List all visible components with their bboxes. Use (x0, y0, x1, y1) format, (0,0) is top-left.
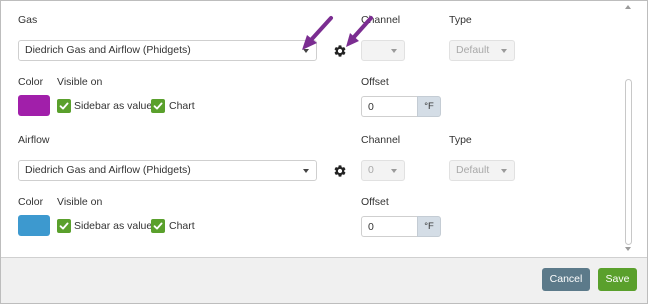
gas-offset-label: Offset (361, 76, 389, 88)
gas-sidebar-checkbox-label[interactable]: Sidebar as value (74, 100, 152, 112)
cancel-button[interactable]: Cancel (542, 268, 590, 291)
scrollbar-thumb[interactable] (625, 79, 632, 245)
airflow-channel-select-value: 0 (368, 164, 374, 176)
airflow-type-label: Type (449, 134, 472, 146)
gas-section-label: Gas (18, 14, 38, 26)
chevron-down-icon (391, 49, 397, 53)
chevron-down-icon (303, 169, 309, 173)
airflow-offset-group: °F (361, 216, 441, 237)
check-icon (59, 102, 69, 110)
chevron-down-icon (501, 169, 507, 173)
arrow-icon (302, 16, 333, 50)
airflow-device-select[interactable]: Diedrich Gas and Airflow (Phidgets) (18, 160, 317, 181)
gas-chart-checkbox-label[interactable]: Chart (169, 100, 195, 112)
gas-offset-group: °F (361, 96, 441, 117)
airflow-type-select[interactable]: Default (449, 160, 515, 181)
gas-offset-unit: °F (417, 96, 441, 117)
vertical-scrollbar[interactable] (624, 5, 633, 255)
check-icon (59, 222, 69, 230)
airflow-section-label: Airflow (18, 134, 50, 146)
gas-offset-input[interactable] (361, 96, 417, 117)
gas-sidebar-checkbox[interactable] (57, 99, 71, 113)
check-icon (153, 102, 163, 110)
annotation-arrows (302, 16, 373, 50)
gas-color-label: Color (18, 76, 44, 88)
airflow-color-swatch[interactable] (18, 215, 50, 236)
airflow-device-select-value: Diedrich Gas and Airflow (Phidgets) (25, 164, 191, 176)
dialog-footer: Cancel Save (1, 258, 647, 303)
airflow-color-label: Color (18, 196, 44, 208)
gas-type-select-value: Default (456, 44, 490, 56)
save-button[interactable]: Save (598, 268, 637, 291)
device-settings-dialog: Gas Channel Type Diedrich Gas and Airflo… (0, 0, 648, 304)
airflow-type-select-value: Default (456, 164, 490, 176)
check-icon (153, 222, 163, 230)
chevron-down-icon (501, 49, 507, 53)
airflow-sidebar-checkbox[interactable] (57, 219, 71, 233)
gas-visible-on-label: Visible on (57, 76, 103, 88)
gas-device-select[interactable]: Diedrich Gas and Airflow (Phidgets) (18, 40, 317, 61)
scroll-up-arrow-icon[interactable] (625, 5, 631, 9)
scroll-down-arrow-icon[interactable] (625, 247, 631, 251)
airflow-offset-input[interactable] (361, 216, 417, 237)
arrow-icon (346, 16, 373, 47)
gas-color-swatch[interactable] (18, 95, 50, 116)
airflow-sidebar-checkbox-label[interactable]: Sidebar as value (74, 220, 152, 232)
chevron-down-icon (391, 169, 397, 173)
airflow-offset-unit: °F (417, 216, 441, 237)
airflow-chart-checkbox[interactable] (151, 219, 165, 233)
airflow-chart-checkbox-label[interactable]: Chart (169, 220, 195, 232)
airflow-offset-label: Offset (361, 196, 389, 208)
gas-type-label: Type (449, 14, 472, 26)
airflow-visible-on-label: Visible on (57, 196, 103, 208)
airflow-channel-select[interactable]: 0 (361, 160, 405, 181)
gas-type-select[interactable]: Default (449, 40, 515, 61)
airflow-gear-icon[interactable] (333, 164, 347, 178)
gas-device-select-value: Diedrich Gas and Airflow (Phidgets) (25, 44, 191, 56)
gas-chart-checkbox[interactable] (151, 99, 165, 113)
airflow-channel-label: Channel (361, 134, 401, 146)
